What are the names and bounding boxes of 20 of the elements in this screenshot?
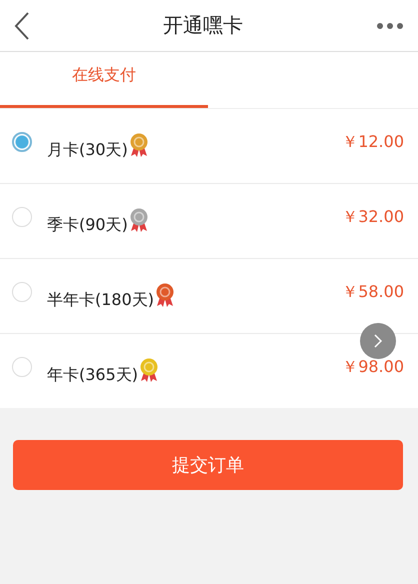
chevron-right-icon bbox=[373, 333, 383, 349]
plan-price: ￥12.00 bbox=[342, 132, 404, 152]
page-title: 开通嘿卡 bbox=[163, 12, 243, 39]
plan-row[interactable]: 年卡(365天) ￥98.00 bbox=[0, 334, 418, 408]
plan-price: ￥98.00 bbox=[342, 356, 404, 378]
plan-row[interactable]: 月卡(30天) ￥12.00 bbox=[0, 109, 418, 184]
plan-price: ￥32.00 bbox=[342, 206, 404, 228]
plan-name: 月卡(30天) bbox=[47, 140, 128, 160]
next-button[interactable] bbox=[360, 323, 396, 359]
radio-button[interactable] bbox=[12, 282, 32, 302]
plan-name: 年卡(365天) bbox=[47, 364, 138, 386]
plan-name: 季卡(90天) bbox=[47, 214, 128, 236]
plan-price: ￥58.00 bbox=[342, 282, 404, 302]
radio-button[interactable] bbox=[12, 357, 32, 377]
plan-row[interactable]: 季卡(90天) ￥32.00 bbox=[0, 184, 418, 259]
more-icon[interactable] bbox=[376, 22, 404, 30]
plan-name: 半年卡(180天) bbox=[47, 290, 154, 310]
radio-button[interactable] bbox=[12, 207, 32, 227]
radio-button[interactable] bbox=[12, 132, 32, 152]
back-icon[interactable] bbox=[14, 12, 30, 40]
